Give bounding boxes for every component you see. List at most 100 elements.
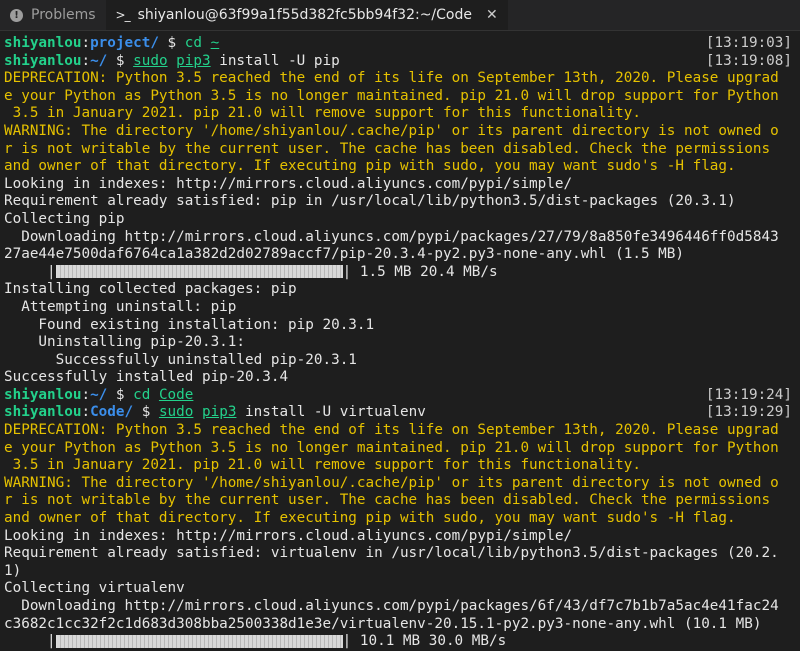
terminal-line: WARNING: The directory '/home/shiyanlou/… bbox=[4, 123, 796, 141]
command-token: sudo bbox=[133, 52, 168, 69]
warning-text: DEPRECATION: Python 3.5 reached the end … bbox=[4, 422, 779, 439]
output-text: Downloading http://mirrors.cloud.aliyunc… bbox=[4, 228, 779, 245]
prompt-path: ~/ bbox=[90, 386, 108, 403]
terminal-line: Looking in indexes: http://mirrors.cloud… bbox=[4, 528, 796, 546]
terminal-line: 27ae44e7500daf6764ca1a382d2d02789accf7/p… bbox=[4, 246, 796, 264]
warning-text: e your Python as Python 3.5 is no longer… bbox=[4, 87, 779, 104]
timestamp: [13:19:03] bbox=[705, 35, 792, 51]
command-token: Code bbox=[158, 386, 194, 403]
terminal-line: e your Python as Python 3.5 is no longer… bbox=[4, 88, 796, 106]
prompt-symbol: $ bbox=[133, 404, 159, 421]
output-text: c3682c1cc32f2c1d683d308bba2500338d1e3e/v… bbox=[4, 615, 762, 632]
command-token: cd bbox=[133, 386, 151, 403]
output-text: Successfully installed pip-20.3.4 bbox=[4, 369, 289, 386]
terminal-line: Successfully installed pip-20.3.4 bbox=[4, 369, 796, 387]
terminal-line: r is not writable by the current user. T… bbox=[4, 141, 796, 159]
command-token bbox=[150, 387, 159, 403]
prompt-user: shiyanlou bbox=[4, 52, 82, 69]
command-token: sudo bbox=[158, 404, 194, 421]
terminal-line: shiyanlou:~/ $ cd Code [13:19:24] bbox=[4, 387, 796, 405]
command-token: install -U virtualenv bbox=[236, 404, 426, 421]
prompt-separator: : bbox=[81, 35, 91, 51]
command-token bbox=[202, 35, 211, 51]
tab-problems-label: Problems bbox=[31, 7, 96, 23]
terminal-line: 1) bbox=[4, 563, 796, 581]
tab-terminal-label: shiyanlou@63f99a1f55d382fc5bb94f32:~/Cod… bbox=[137, 7, 472, 23]
progress-prefix: | bbox=[4, 263, 56, 280]
command-token: pip3 bbox=[176, 52, 211, 69]
terminal-line: c3682c1cc32f2c1d683d308bba2500338d1e3e/v… bbox=[4, 616, 796, 634]
command-token bbox=[193, 404, 202, 420]
command-token: install -U pip bbox=[210, 52, 340, 69]
terminal-line: | | 1.5 MB 20.4 MB/s bbox=[4, 264, 796, 282]
progress-bar bbox=[55, 634, 343, 648]
terminal-line: Collecting pip bbox=[4, 211, 796, 229]
terminal-line: Requirement already satisfied: virtualen… bbox=[4, 545, 796, 563]
terminal-line: and owner of that directory. If executin… bbox=[4, 510, 796, 528]
close-icon[interactable]: ✕ bbox=[486, 7, 498, 23]
prompt-path: Code/ bbox=[90, 404, 134, 421]
warning-text: r is not writable by the current user. T… bbox=[4, 140, 771, 157]
command-token: ~ bbox=[210, 35, 220, 51]
output-text: Successfully uninstalled pip-20.3.1 bbox=[4, 351, 357, 368]
terminal-line: e your Python as Python 3.5 is no longer… bbox=[4, 440, 796, 458]
output-text: Looking in indexes: http://mirrors.cloud… bbox=[4, 527, 573, 544]
output-text: Uninstalling pip-20.3.1: bbox=[4, 334, 246, 351]
terminal-line: DEPRECATION: Python 3.5 reached the end … bbox=[4, 422, 796, 440]
timestamp: [13:19:08] bbox=[705, 52, 792, 69]
output-text: Looking in indexes: http://mirrors.cloud… bbox=[4, 175, 573, 192]
warning-text: and owner of that directory. If executin… bbox=[4, 510, 736, 527]
command-token bbox=[168, 53, 177, 69]
output-text: Requirement already satisfied: pip in /u… bbox=[4, 193, 736, 210]
terminal-line: shiyanlou:project/ $ cd ~ [13:19:03] bbox=[4, 35, 796, 53]
output-text: Collecting virtualenv bbox=[4, 580, 185, 597]
prompt-path: ~/ bbox=[90, 52, 108, 69]
terminal-line: Collecting virtualenv bbox=[4, 580, 796, 598]
output-text: Collecting pip bbox=[4, 210, 125, 227]
prompt-symbol: $ bbox=[158, 35, 185, 51]
warning-text: WARNING: The directory '/home/shiyanlou/… bbox=[4, 474, 779, 491]
command-token: cd bbox=[184, 35, 202, 51]
output-text: 27ae44e7500daf6764ca1a382d2d02789accf7/p… bbox=[4, 246, 684, 263]
warning-text: and owner of that directory. If executin… bbox=[4, 158, 736, 175]
output-text: Attempting uninstall: pip bbox=[4, 298, 237, 315]
terminal-icon: >_ bbox=[115, 8, 131, 22]
output-text: Found existing installation: pip 20.3.1 bbox=[4, 316, 375, 333]
terminal-line: Downloading http://mirrors.cloud.aliyunc… bbox=[4, 229, 796, 247]
output-text: Installing collected packages: pip bbox=[4, 281, 297, 298]
warning-text: DEPRECATION: Python 3.5 reached the end … bbox=[4, 70, 779, 87]
output-text: Requirement already satisfied: virtualen… bbox=[4, 545, 779, 562]
command-token: pip3 bbox=[202, 404, 237, 421]
terminal-line: Successfully uninstalled pip-20.3.1 bbox=[4, 352, 796, 370]
warning-text: e your Python as Python 3.5 is no longer… bbox=[4, 439, 779, 456]
terminal-line: WARNING: The directory '/home/shiyanlou/… bbox=[4, 475, 796, 493]
prompt-symbol: $ bbox=[107, 386, 134, 403]
prompt-separator: : bbox=[81, 52, 91, 69]
warning-text: 3.5 in January 2021. pip 21.0 will remov… bbox=[4, 457, 641, 474]
terminal-line: 3.5 in January 2021. pip 21.0 will remov… bbox=[4, 105, 796, 123]
timestamp: [13:19:24] bbox=[705, 386, 792, 403]
prompt-separator: : bbox=[81, 404, 91, 421]
terminal-line: shiyanlou:~/ $ sudo pip3 install -U pip [… bbox=[4, 53, 796, 71]
output-text: 1) bbox=[4, 562, 22, 579]
panel-tab-bar: ! Problems >_ shiyanlou@63f99a1f55d382fc… bbox=[0, 0, 800, 31]
output-text: Downloading http://mirrors.cloud.aliyunc… bbox=[4, 598, 779, 614]
prompt-path: project/ bbox=[90, 35, 159, 51]
terminal-line: Requirement already satisfied: pip in /u… bbox=[4, 193, 796, 211]
tab-problems[interactable]: ! Problems bbox=[0, 0, 106, 30]
problems-icon: ! bbox=[10, 8, 23, 22]
terminal-line: | | 10.1 MB 30.0 MB/s bbox=[4, 633, 796, 651]
tab-terminal[interactable]: >_ shiyanlou@63f99a1f55d382fc5bb94f32:~/… bbox=[105, 0, 508, 30]
terminal-line: Installing collected packages: pip bbox=[4, 281, 796, 299]
progress-status: | 1.5 MB 20.4 MB/s bbox=[342, 263, 498, 280]
terminal-line: 3.5 in January 2021. pip 21.0 will remov… bbox=[4, 457, 796, 475]
prompt-symbol: $ bbox=[107, 52, 134, 69]
terminal-line: shiyanlou:Code/ $ sudo pip3 install -U v… bbox=[4, 404, 796, 422]
terminal-output[interactable]: shiyanlou:project/ $ cd ~ [13:19:03] shiya… bbox=[0, 31, 800, 651]
prompt-user: shiyanlou bbox=[4, 35, 82, 51]
warning-text: 3.5 in January 2021. pip 21.0 will remov… bbox=[4, 105, 641, 122]
prompt-user: shiyanlou bbox=[4, 386, 82, 403]
prompt-separator: : bbox=[81, 386, 91, 403]
terminal-line: Attempting uninstall: pip bbox=[4, 299, 796, 317]
warning-text: r is not writable by the current user. T… bbox=[4, 492, 771, 509]
